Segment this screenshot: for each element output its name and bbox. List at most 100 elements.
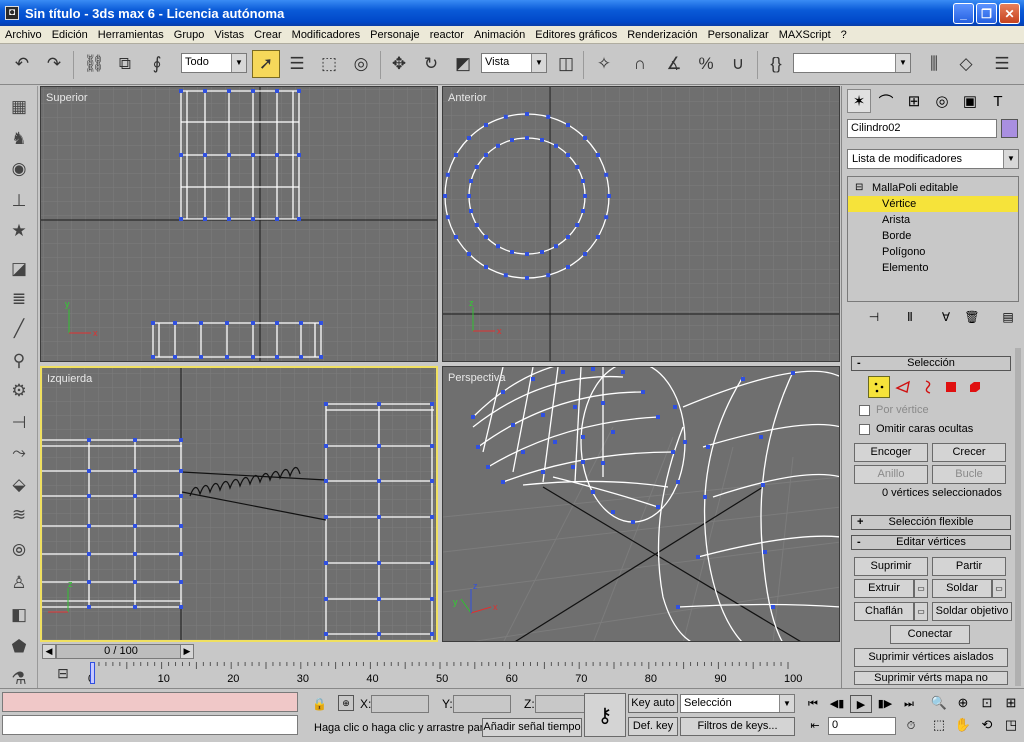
link-icon[interactable]: ⛓ bbox=[80, 50, 108, 78]
hierarchy-tab-icon[interactable]: ⊞ bbox=[902, 89, 926, 113]
rollout-soft-selection[interactable]: + Selección flexible bbox=[851, 515, 1011, 530]
zoom-extents-all-icon[interactable]: ⊞ bbox=[1000, 693, 1022, 713]
maximize-button[interactable]: ❐ bbox=[976, 3, 997, 24]
previous-frame-icon[interactable]: ◀▮ bbox=[826, 695, 848, 713]
spinner-snap-icon[interactable]: ∪ bbox=[724, 50, 752, 78]
element-mode-icon[interactable] bbox=[964, 376, 986, 398]
scale-icon[interactable]: ◩ bbox=[449, 50, 477, 78]
weld-button[interactable]: Soldar bbox=[932, 579, 992, 598]
menu-personalizar[interactable]: Personalizar bbox=[703, 29, 774, 41]
lock-selection-icon[interactable]: 🔒 bbox=[312, 697, 327, 711]
zoom-extents-icon[interactable]: ⊡ bbox=[976, 693, 998, 713]
time-prev-icon[interactable]: ◀ bbox=[42, 644, 56, 659]
cameras-tab-icon[interactable]: ◪ bbox=[5, 256, 33, 282]
menu-modificadores[interactable]: Modificadores bbox=[287, 29, 365, 41]
viewport-label-left[interactable]: Izquierda bbox=[47, 373, 92, 385]
menu-crear[interactable]: Crear bbox=[249, 29, 287, 41]
object-color-swatch[interactable] bbox=[1001, 119, 1018, 138]
command-panel-scrollbar[interactable] bbox=[1015, 348, 1021, 686]
menu-renderizacion[interactable]: Renderización bbox=[622, 29, 702, 41]
create-tab-icon[interactable]: ✶ bbox=[847, 89, 871, 113]
zoom-all-icon[interactable]: ⊕ bbox=[952, 693, 974, 713]
reactor-tab-icon[interactable]: ⬙ bbox=[5, 472, 33, 498]
rotate-icon[interactable]: ↻ bbox=[417, 50, 445, 78]
utilities-tab-icon[interactable]: T bbox=[986, 89, 1010, 113]
modify-tab-icon[interactable]: ⌒ bbox=[874, 89, 898, 113]
object-name-input[interactable]: Cilindro02 bbox=[847, 119, 997, 138]
chamfer-button[interactable]: Chaflán bbox=[854, 602, 914, 621]
remove-modifier-icon[interactable]: 🗑 bbox=[961, 310, 983, 328]
viewport-label-front[interactable]: Anterior bbox=[448, 92, 487, 104]
angle-snap-icon[interactable]: ∡ bbox=[660, 50, 688, 78]
mirror-icon[interactable]: ⫼ bbox=[920, 50, 948, 78]
next-frame-icon[interactable]: ▮▶ bbox=[874, 695, 896, 713]
layer-manager-icon[interactable]: ☰ bbox=[988, 50, 1016, 78]
y-coordinate-field[interactable] bbox=[453, 695, 511, 713]
curve-editor-icon[interactable]: ⊟ bbox=[52, 665, 74, 683]
compounds-tab-icon[interactable]: ◉ bbox=[5, 156, 33, 182]
menu-archivo[interactable]: Archivo bbox=[0, 29, 47, 41]
extrude-settings-icon[interactable]: ▭ bbox=[914, 579, 928, 598]
unlink-icon[interactable]: ⧉ bbox=[111, 50, 139, 78]
viewport-label-top[interactable]: Superior bbox=[46, 92, 88, 104]
viewport-left[interactable]: Izquierda z bbox=[40, 366, 438, 642]
grow-button[interactable]: Crecer bbox=[932, 443, 1006, 462]
reference-coord-combo[interactable]: Vista ▼ bbox=[481, 53, 547, 73]
stack-item-base[interactable]: ⊟ MallaPoli editable bbox=[848, 180, 1018, 196]
maxscript-listener-mini[interactable] bbox=[2, 692, 298, 712]
edit-named-selection-icon[interactable]: {} bbox=[762, 50, 790, 78]
bind-spacewarp-icon[interactable]: ∮ bbox=[143, 50, 171, 78]
helpers-tab-icon[interactable]: ≣ bbox=[5, 286, 33, 312]
by-vertex-checkbox[interactable] bbox=[859, 405, 870, 416]
key-mode-combo[interactable]: Selección ▼ bbox=[680, 694, 795, 713]
percent-snap-icon[interactable]: % bbox=[692, 50, 720, 78]
undo-icon[interactable]: ↶ bbox=[8, 50, 36, 78]
stack-item-edge[interactable]: Arista bbox=[848, 212, 1018, 228]
modifiers-tab-icon[interactable]: ⚲ bbox=[5, 348, 33, 374]
arc-rotate-icon[interactable]: ⟲ bbox=[976, 715, 998, 735]
manipulate-icon[interactable]: ✧ bbox=[590, 50, 618, 78]
key-filters-button[interactable]: Filtros de keys... bbox=[680, 717, 795, 736]
region-zoom-icon[interactable]: ⬚ bbox=[928, 715, 950, 735]
display-tab-icon[interactable]: ▣ bbox=[958, 89, 982, 113]
align-icon[interactable]: ◇ bbox=[952, 50, 980, 78]
loop-button[interactable]: Bucle bbox=[932, 465, 1006, 484]
target-weld-button[interactable]: Soldar objetivo bbox=[932, 602, 1012, 621]
close-button[interactable]: ✕ bbox=[999, 3, 1020, 24]
edge-mode-icon[interactable] bbox=[892, 376, 914, 398]
remove-isolated-vertices-button[interactable]: Suprimir vértices aislados bbox=[854, 648, 1008, 667]
weld-settings-icon[interactable]: ▭ bbox=[992, 579, 1006, 598]
go-to-start-icon[interactable]: ⏮ bbox=[802, 695, 824, 713]
menu-edicion[interactable]: Edición bbox=[47, 29, 93, 41]
set-key-button[interactable]: Def. key bbox=[628, 717, 678, 736]
menu-grupo[interactable]: Grupo bbox=[169, 29, 210, 41]
key-mode-toggle-icon[interactable]: ⇤ bbox=[804, 717, 826, 735]
add-time-tag-button[interactable]: Añadir señal tiempo bbox=[482, 718, 582, 737]
maximize-viewport-icon[interactable]: ◳ bbox=[1000, 715, 1022, 735]
play-icon[interactable]: ▶ bbox=[850, 695, 872, 713]
extrude-button[interactable]: Extruir bbox=[854, 579, 914, 598]
menu-personaje[interactable]: Personaje bbox=[365, 29, 425, 41]
menu-vistas[interactable]: Vistas bbox=[209, 29, 249, 41]
menu-animacion[interactable]: Animación bbox=[469, 29, 530, 41]
pan-icon[interactable]: ✋ bbox=[952, 715, 974, 735]
current-frame-field[interactable]: 0 bbox=[828, 717, 896, 735]
select-object-icon[interactable]: ➚ bbox=[252, 50, 280, 78]
stack-item-polygon[interactable]: Polígono bbox=[848, 244, 1018, 260]
viewport-top[interactable]: Superior y x bbox=[40, 86, 438, 362]
collapse-icon[interactable]: ⊟ bbox=[855, 180, 863, 196]
connect-button[interactable]: Conectar bbox=[890, 625, 970, 644]
polygon-mode-icon[interactable] bbox=[940, 376, 962, 398]
ignore-backfacing-checkbox[interactable] bbox=[859, 424, 870, 435]
shrink-button[interactable]: Encoger bbox=[854, 443, 928, 462]
modifier-list-combo[interactable]: Lista de modificadores ▼ bbox=[847, 149, 1019, 169]
zoom-icon[interactable]: 🔍 bbox=[928, 693, 950, 713]
configure-sets-icon[interactable]: ▤ bbox=[997, 310, 1019, 328]
viewport-perspective[interactable]: Perspectiva z y x bbox=[442, 366, 840, 642]
menu-maxscript[interactable]: MAXScript bbox=[774, 29, 836, 41]
selection-filter-combo[interactable]: Todo ▼ bbox=[181, 53, 247, 73]
menu-help[interactable]: ? bbox=[836, 29, 852, 41]
material-tab-icon[interactable]: ◧ bbox=[5, 602, 33, 628]
menu-reactor[interactable]: reactor bbox=[425, 29, 469, 41]
lights-tab-icon[interactable]: ★ bbox=[5, 218, 33, 244]
